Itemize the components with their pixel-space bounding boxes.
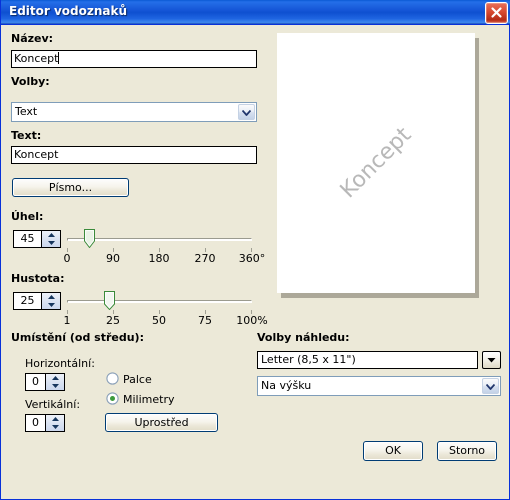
ok-button-label: OK: [385, 444, 401, 457]
spinner-up-glyph: [51, 376, 59, 380]
spinner-up-glyph: [47, 233, 55, 237]
triangle-down-icon: [487, 358, 496, 363]
close-x-glyph: [491, 7, 502, 18]
angle-stepper-value: 45: [14, 231, 41, 247]
options-combobox[interactable]: Text: [11, 102, 257, 122]
horizontal-stepper-buttons[interactable]: [45, 374, 64, 390]
angle-tick-0: 0: [63, 252, 71, 265]
orientation-combobox[interactable]: Na výšku: [257, 376, 501, 396]
angle-label: Úhel:: [11, 210, 44, 223]
cancel-button[interactable]: Storno: [437, 441, 497, 461]
paper-size-combobox[interactable]: Letter (8,5 x 11"): [257, 351, 478, 369]
text-caret: [58, 52, 60, 64]
text-label: Text:: [11, 129, 42, 142]
ok-button[interactable]: OK: [363, 441, 423, 461]
vertical-stepper[interactable]: 0: [25, 414, 65, 432]
density-tick-1: 25: [106, 314, 120, 327]
name-input[interactable]: Koncept: [11, 50, 257, 68]
spinner-up-icon[interactable]: [42, 231, 60, 239]
center-button-label: Uprostřed: [134, 416, 189, 429]
density-tick-2: 50: [152, 314, 166, 327]
slider-thumb-glyph: [104, 291, 115, 311]
watermark-preview: Koncept: [273, 31, 501, 321]
angle-stepper[interactable]: 45: [13, 230, 61, 248]
spinner-down-icon[interactable]: [46, 423, 64, 431]
text-input-value: Koncept: [14, 148, 59, 161]
radio-inches-label[interactable]: Palce: [123, 373, 152, 386]
radio-millimeters-label[interactable]: Milimetry: [123, 393, 175, 406]
spinner-down-glyph: [51, 384, 59, 388]
font-button[interactable]: Písmo...: [12, 178, 129, 197]
chevron-down-glyph: [242, 110, 251, 116]
vertical-label: Vertikální:: [25, 398, 81, 411]
spinner-up-icon[interactable]: [46, 415, 64, 423]
spinner-down-icon[interactable]: [42, 239, 60, 247]
density-label: Hustota:: [11, 272, 65, 285]
name-label: Název:: [11, 32, 54, 45]
orientation-value: Na výšku: [261, 379, 312, 392]
density-tick-0: 1: [63, 314, 71, 327]
center-button[interactable]: Uprostřed: [105, 413, 218, 432]
horizontal-label: Horizontální:: [25, 357, 95, 370]
chevron-down-icon[interactable]: [482, 378, 499, 394]
density-slider-thumb[interactable]: [104, 291, 115, 311]
font-button-label: Písmo...: [48, 181, 93, 194]
preview-watermark-text: Koncept: [335, 122, 417, 204]
angle-tick-4: 360°: [238, 252, 266, 265]
density-slider-track[interactable]: [67, 300, 252, 303]
spinner-up-glyph: [51, 417, 59, 421]
paper-size-value: Letter (8,5 x 11"): [261, 353, 356, 366]
window-title: Editor vodoznaků: [9, 4, 128, 18]
title-bar: Editor vodoznaků: [1, 0, 510, 25]
cancel-button-label: Storno: [448, 444, 486, 457]
angle-tick-1: 90: [106, 252, 120, 265]
horizontal-stepper[interactable]: 0: [25, 373, 65, 391]
slider-thumb-glyph: [84, 229, 95, 249]
chevron-down-glyph: [486, 384, 495, 390]
name-input-value: Koncept: [14, 52, 59, 65]
watermark-editor-dialog: Editor vodoznaků Název: Koncept Volby: T…: [0, 0, 510, 500]
text-input[interactable]: Koncept: [11, 146, 257, 164]
spinner-up-icon[interactable]: [42, 293, 60, 301]
spinner-down-icon[interactable]: [46, 382, 64, 390]
density-stepper-buttons[interactable]: [41, 293, 60, 309]
angle-slider-thumb[interactable]: [84, 229, 95, 249]
radio-millimeters[interactable]: [106, 392, 119, 405]
radio-checked-icon: [106, 392, 119, 405]
horizontal-stepper-value: 0: [26, 374, 45, 390]
angle-tick-3: 270: [194, 252, 216, 265]
options-label: Volby:: [11, 75, 50, 88]
vertical-stepper-value: 0: [26, 415, 45, 431]
preview-options-label: Volby náhledu:: [257, 331, 350, 344]
close-icon[interactable]: [485, 2, 508, 24]
preview-page: Koncept: [277, 33, 475, 293]
paper-size-dropdown-button[interactable]: [482, 351, 501, 369]
options-combobox-value: Text: [15, 105, 38, 118]
radio-unchecked-icon: [106, 372, 119, 385]
chevron-down-icon[interactable]: [238, 104, 255, 120]
density-stepper-value: 25: [14, 293, 41, 309]
angle-stepper-buttons[interactable]: [41, 231, 60, 247]
placement-group-label: Umístění (od středu):: [11, 331, 144, 344]
dialog-client-area: Název: Koncept Volby: Text Text: Koncept…: [3, 26, 507, 496]
angle-tick-2: 180: [148, 252, 170, 265]
radio-inches[interactable]: [106, 372, 119, 385]
spinner-down-glyph: [51, 425, 59, 429]
vertical-stepper-buttons[interactable]: [45, 415, 64, 431]
spinner-down-icon[interactable]: [42, 301, 60, 309]
spinner-down-glyph: [47, 303, 55, 307]
density-tick-4: 100%: [236, 314, 268, 327]
spinner-up-glyph: [47, 295, 55, 299]
density-stepper[interactable]: 25: [13, 292, 61, 310]
spinner-down-glyph: [47, 241, 55, 245]
density-tick-3: 75: [198, 314, 212, 327]
spinner-up-icon[interactable]: [46, 374, 64, 382]
